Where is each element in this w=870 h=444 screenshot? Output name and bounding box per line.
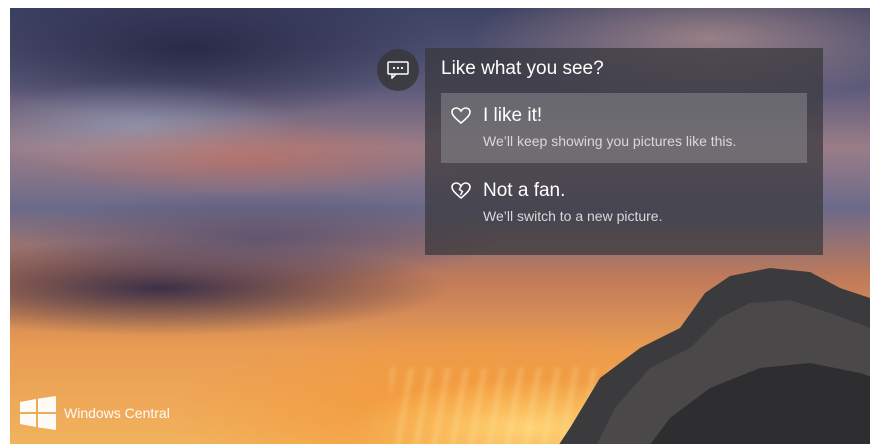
option-title: I like it! xyxy=(483,105,543,126)
option-not-a-fan[interactable]: Not a fan. We’ll switch to a new picture… xyxy=(441,168,807,238)
option-subtitle: We’ll keep showing you pictures like thi… xyxy=(483,133,737,149)
option-title: Not a fan. xyxy=(483,180,566,201)
windows-logo xyxy=(20,396,56,430)
watermark: Windows Central xyxy=(18,396,170,430)
heart-outline-icon xyxy=(451,107,471,130)
prompt-title: Like what you see? xyxy=(441,58,604,79)
watermark-text: Windows Central xyxy=(64,405,170,421)
option-subtitle: We’ll switch to a new picture. xyxy=(483,208,663,224)
chat-bubble-icon[interactable] xyxy=(377,49,419,91)
broken-heart-icon xyxy=(451,182,471,205)
rock-formation xyxy=(559,268,870,444)
option-like[interactable]: I like it! We’ll keep showing you pictur… xyxy=(441,93,807,163)
